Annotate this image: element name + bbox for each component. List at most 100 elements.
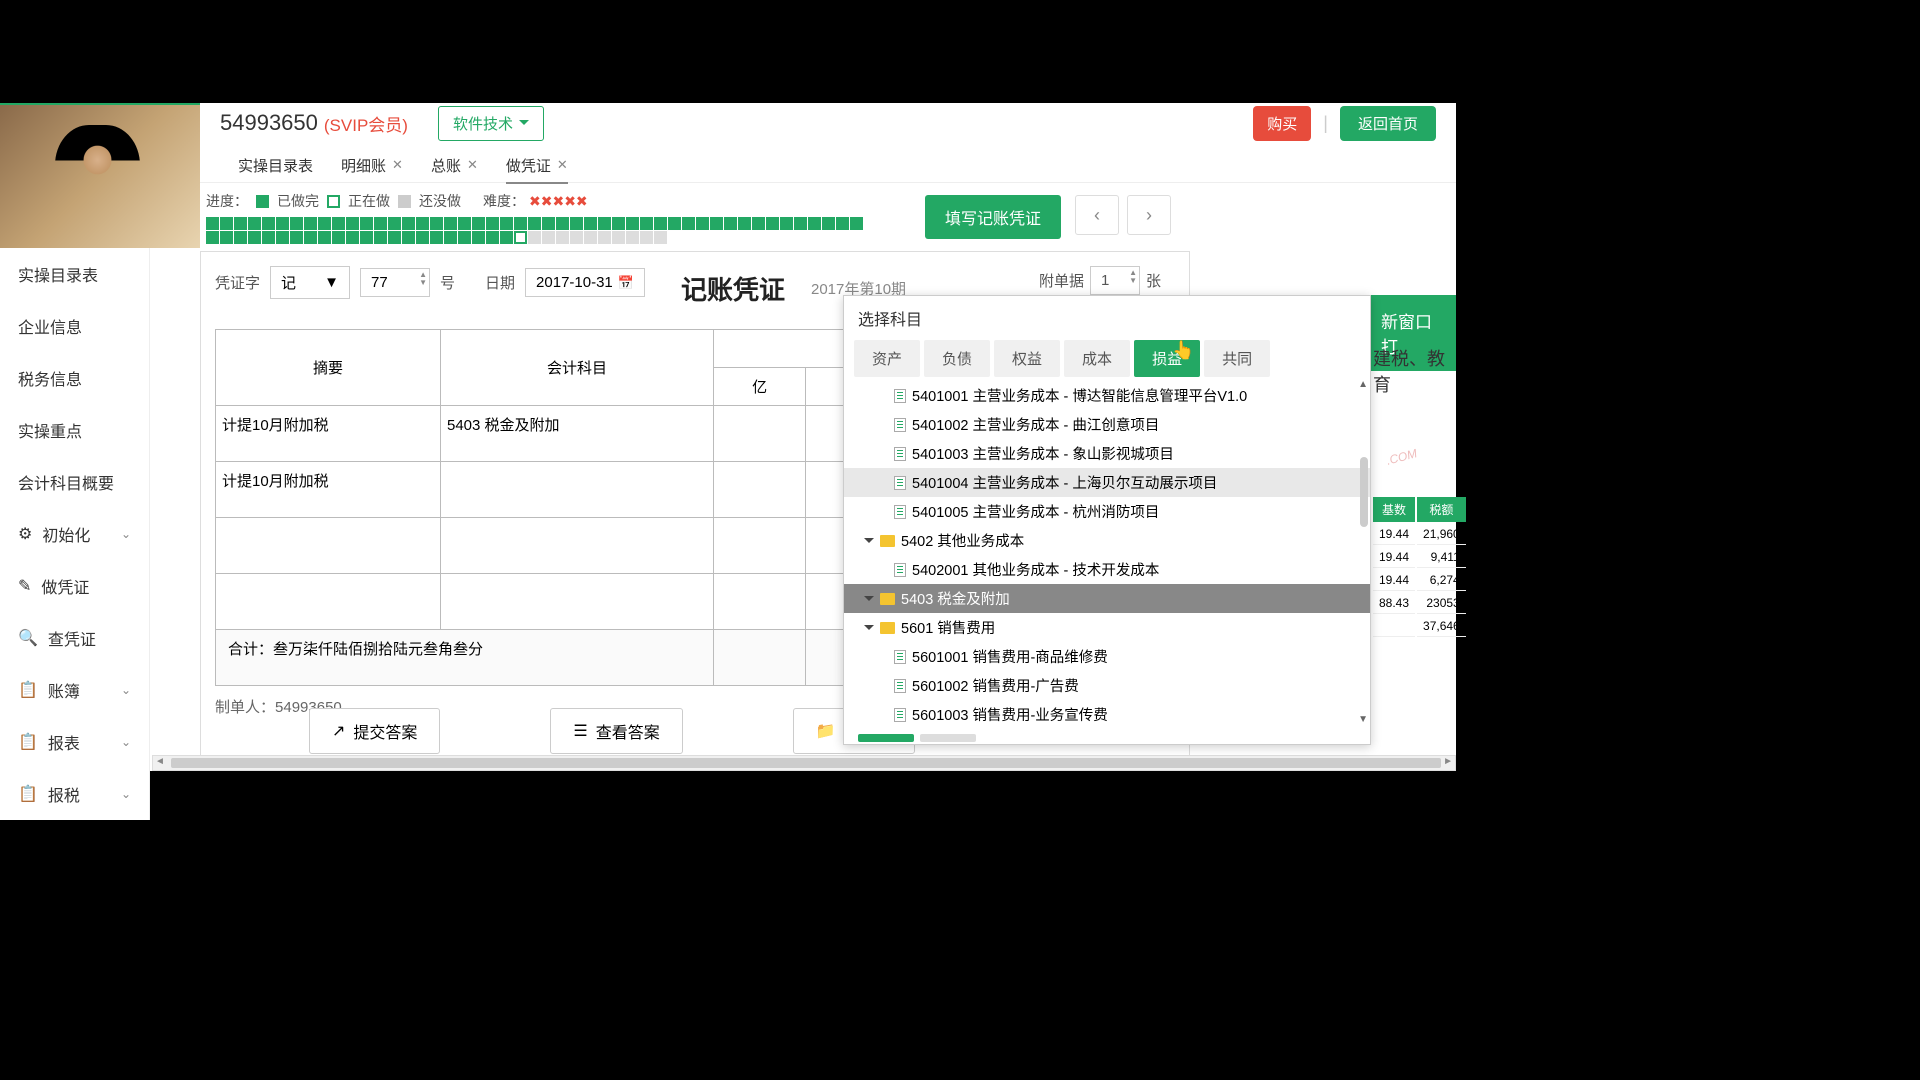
sidebar-item[interactable]: ⚙初始化⌄	[0, 508, 149, 560]
tab-voucher[interactable]: 做凭证✕	[506, 155, 568, 184]
progress-cell[interactable]	[780, 217, 793, 230]
progress-cell[interactable]	[654, 217, 667, 230]
progress-cell[interactable]	[640, 231, 653, 244]
tree-item[interactable]: 5601001 销售费用-商品维修费	[844, 642, 1370, 671]
scrollbar-thumb[interactable]	[1360, 457, 1368, 527]
progress-cell[interactable]	[612, 217, 625, 230]
sidebar-item[interactable]: 📋账簿⌄	[0, 664, 149, 716]
progress-cell[interactable]	[472, 217, 485, 230]
progress-cell[interactable]	[528, 217, 541, 230]
popup-tab[interactable]: 负债	[924, 340, 990, 377]
progress-cell[interactable]	[850, 217, 863, 230]
popup-tab[interactable]: 资产	[854, 340, 920, 377]
progress-cell[interactable]	[612, 231, 625, 244]
progress-cell[interactable]	[626, 231, 639, 244]
progress-cell[interactable]	[766, 217, 779, 230]
progress-cell[interactable]	[276, 217, 289, 230]
sidebar-item[interactable]: 📋报表⌄	[0, 716, 149, 768]
progress-cell[interactable]	[248, 217, 261, 230]
progress-cell[interactable]	[808, 217, 821, 230]
progress-cell[interactable]	[374, 231, 387, 244]
progress-cell[interactable]	[346, 217, 359, 230]
progress-grid[interactable]	[206, 217, 866, 244]
sidebar-item[interactable]: 会计科目概要	[0, 456, 149, 508]
sidebar-item[interactable]: 🔍查凭证	[0, 612, 149, 664]
voucher-num-input[interactable]: 77▲▼	[360, 268, 430, 297]
horizontal-scrollbar[interactable]	[152, 755, 1456, 771]
progress-cell[interactable]	[822, 217, 835, 230]
progress-cell[interactable]	[710, 217, 723, 230]
progress-cell[interactable]	[444, 217, 457, 230]
progress-cell[interactable]	[682, 217, 695, 230]
progress-cell[interactable]	[556, 217, 569, 230]
progress-cell[interactable]	[304, 231, 317, 244]
progress-cell[interactable]	[752, 217, 765, 230]
progress-cell[interactable]	[360, 217, 373, 230]
progress-cell[interactable]	[304, 217, 317, 230]
progress-cell[interactable]	[668, 217, 681, 230]
tree-item[interactable]: 5401003 主营业务成本 - 象山影视城项目	[844, 439, 1370, 468]
account-tree[interactable]: 5401001 主营业务成本 - 博达智能信息管理平台V1.05401002 主…	[844, 377, 1370, 727]
tree-item[interactable]: 5601002 销售费用-广告费	[844, 671, 1370, 700]
progress-cell[interactable]	[430, 231, 443, 244]
progress-cell[interactable]	[500, 231, 513, 244]
date-input[interactable]: 2017-10-31📅	[525, 268, 645, 297]
progress-cell[interactable]	[472, 231, 485, 244]
scroll-down-icon[interactable]: ▼	[1358, 714, 1368, 725]
progress-cell[interactable]	[332, 217, 345, 230]
home-button[interactable]: 返回首页	[1340, 106, 1436, 141]
buy-button[interactable]: 购买	[1253, 106, 1311, 141]
progress-cell[interactable]	[486, 217, 499, 230]
sidebar-item[interactable]: ✎做凭证	[0, 560, 149, 612]
progress-cell[interactable]	[500, 217, 513, 230]
tree-item[interactable]: 5402001 其他业务成本 - 技术开发成本	[844, 555, 1370, 584]
progress-cell[interactable]	[262, 217, 275, 230]
tree-item[interactable]: 5401004 主营业务成本 - 上海贝尔互动展示项目	[844, 468, 1370, 497]
close-icon[interactable]: ✕	[467, 157, 478, 173]
confirm-button[interactable]	[858, 734, 914, 742]
progress-cell[interactable]	[724, 217, 737, 230]
progress-cell[interactable]	[836, 217, 849, 230]
tree-item[interactable]: 5402 其他业务成本	[844, 526, 1370, 555]
tree-item[interactable]: 5401002 主营业务成本 - 曲江创意项目	[844, 410, 1370, 439]
submit-button[interactable]: ↗提交答案	[309, 708, 440, 754]
progress-cell[interactable]	[528, 231, 541, 244]
sidebar-item[interactable]: 📋报税⌄	[0, 768, 149, 820]
tree-item[interactable]: 5403 税金及附加	[844, 584, 1370, 613]
progress-cell[interactable]	[542, 231, 555, 244]
view-answer-button[interactable]: ☰查看答案	[550, 708, 682, 754]
progress-cell[interactable]	[738, 217, 751, 230]
progress-cell[interactable]	[416, 231, 429, 244]
progress-cell[interactable]	[290, 217, 303, 230]
progress-cell[interactable]	[430, 217, 443, 230]
progress-cell[interactable]	[234, 231, 247, 244]
progress-cell[interactable]	[514, 231, 527, 244]
tab-general[interactable]: 总账✕	[431, 155, 478, 176]
close-icon[interactable]: ✕	[557, 157, 568, 173]
progress-cell[interactable]	[458, 231, 471, 244]
sidebar-item[interactable]: 企业信息	[0, 300, 149, 352]
progress-cell[interactable]	[346, 231, 359, 244]
progress-cell[interactable]	[570, 217, 583, 230]
progress-cell[interactable]	[402, 231, 415, 244]
voucher-char-select[interactable]: 记▼	[270, 266, 350, 299]
progress-cell[interactable]	[234, 217, 247, 230]
progress-cell[interactable]	[584, 231, 597, 244]
progress-cell[interactable]	[206, 217, 219, 230]
attach-input[interactable]: 1▲▼	[1090, 266, 1140, 295]
popup-tab[interactable]: 共同	[1204, 340, 1270, 377]
progress-cell[interactable]	[206, 231, 219, 244]
close-icon[interactable]: ✕	[392, 157, 403, 173]
progress-cell[interactable]	[626, 217, 639, 230]
progress-cell[interactable]	[388, 231, 401, 244]
progress-cell[interactable]	[458, 217, 471, 230]
progress-cell[interactable]	[360, 231, 373, 244]
progress-cell[interactable]	[290, 231, 303, 244]
progress-cell[interactable]	[276, 231, 289, 244]
sidebar-item[interactable]: 实操目录表	[0, 248, 149, 300]
progress-cell[interactable]	[248, 231, 261, 244]
progress-cell[interactable]	[444, 231, 457, 244]
tree-item[interactable]: 5401005 主营业务成本 - 杭州消防项目	[844, 497, 1370, 526]
progress-cell[interactable]	[556, 231, 569, 244]
progress-cell[interactable]	[374, 217, 387, 230]
